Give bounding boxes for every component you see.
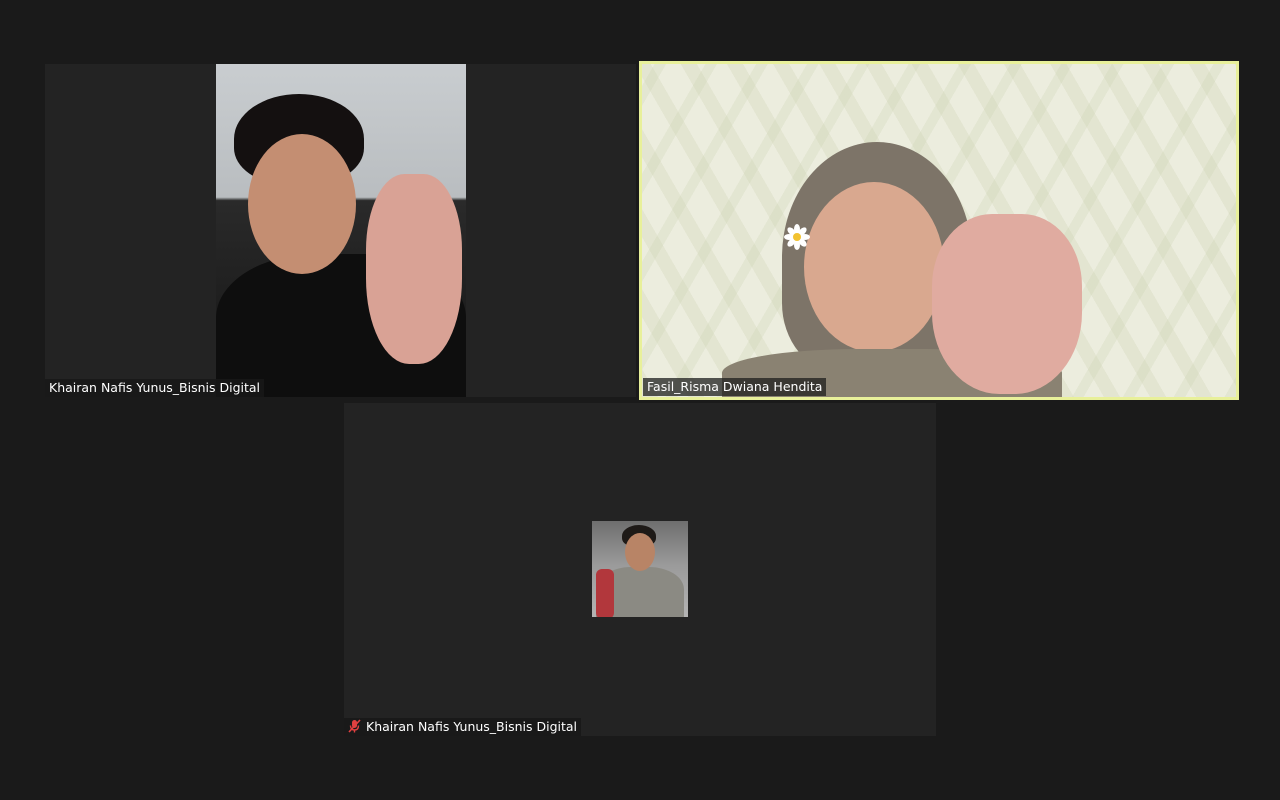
flower-icon	[784, 224, 810, 250]
hand-silhouette	[932, 214, 1082, 394]
participant-name-label: Khairan Nafis Yunus_Bisnis Digital	[45, 379, 265, 397]
microphone-muted-icon	[348, 719, 361, 733]
participant-name-label: Fasil_Risma Dwiana Hendita	[643, 378, 827, 396]
face-silhouette	[804, 182, 944, 352]
participant-avatar-thumbnail	[592, 521, 688, 617]
participant-video	[216, 64, 466, 397]
participant-tile-active-speaker[interactable]: Fasil_Risma Dwiana Hendita	[639, 61, 1239, 400]
participant-name: Khairan Nafis Yunus_Bisnis Digital	[366, 719, 578, 734]
participant-video	[642, 64, 1236, 397]
hand-silhouette	[366, 174, 462, 364]
face-silhouette	[248, 134, 356, 274]
face-silhouette	[625, 533, 655, 571]
participant-tile[interactable]: Khairan Nafis Yunus_Bisnis Digital	[45, 64, 636, 397]
participant-name-label: Khairan Nafis Yunus_Bisnis Digital	[344, 718, 582, 736]
sleeve-pattern	[596, 569, 614, 617]
participant-name: Fasil_Risma Dwiana Hendita	[647, 379, 823, 394]
participant-name: Khairan Nafis Yunus_Bisnis Digital	[49, 380, 261, 395]
participant-tile[interactable]: Khairan Nafis Yunus_Bisnis Digital	[344, 403, 936, 736]
video-gallery: Khairan Nafis Yunus_Bisnis Digital Fasil…	[0, 0, 1280, 800]
